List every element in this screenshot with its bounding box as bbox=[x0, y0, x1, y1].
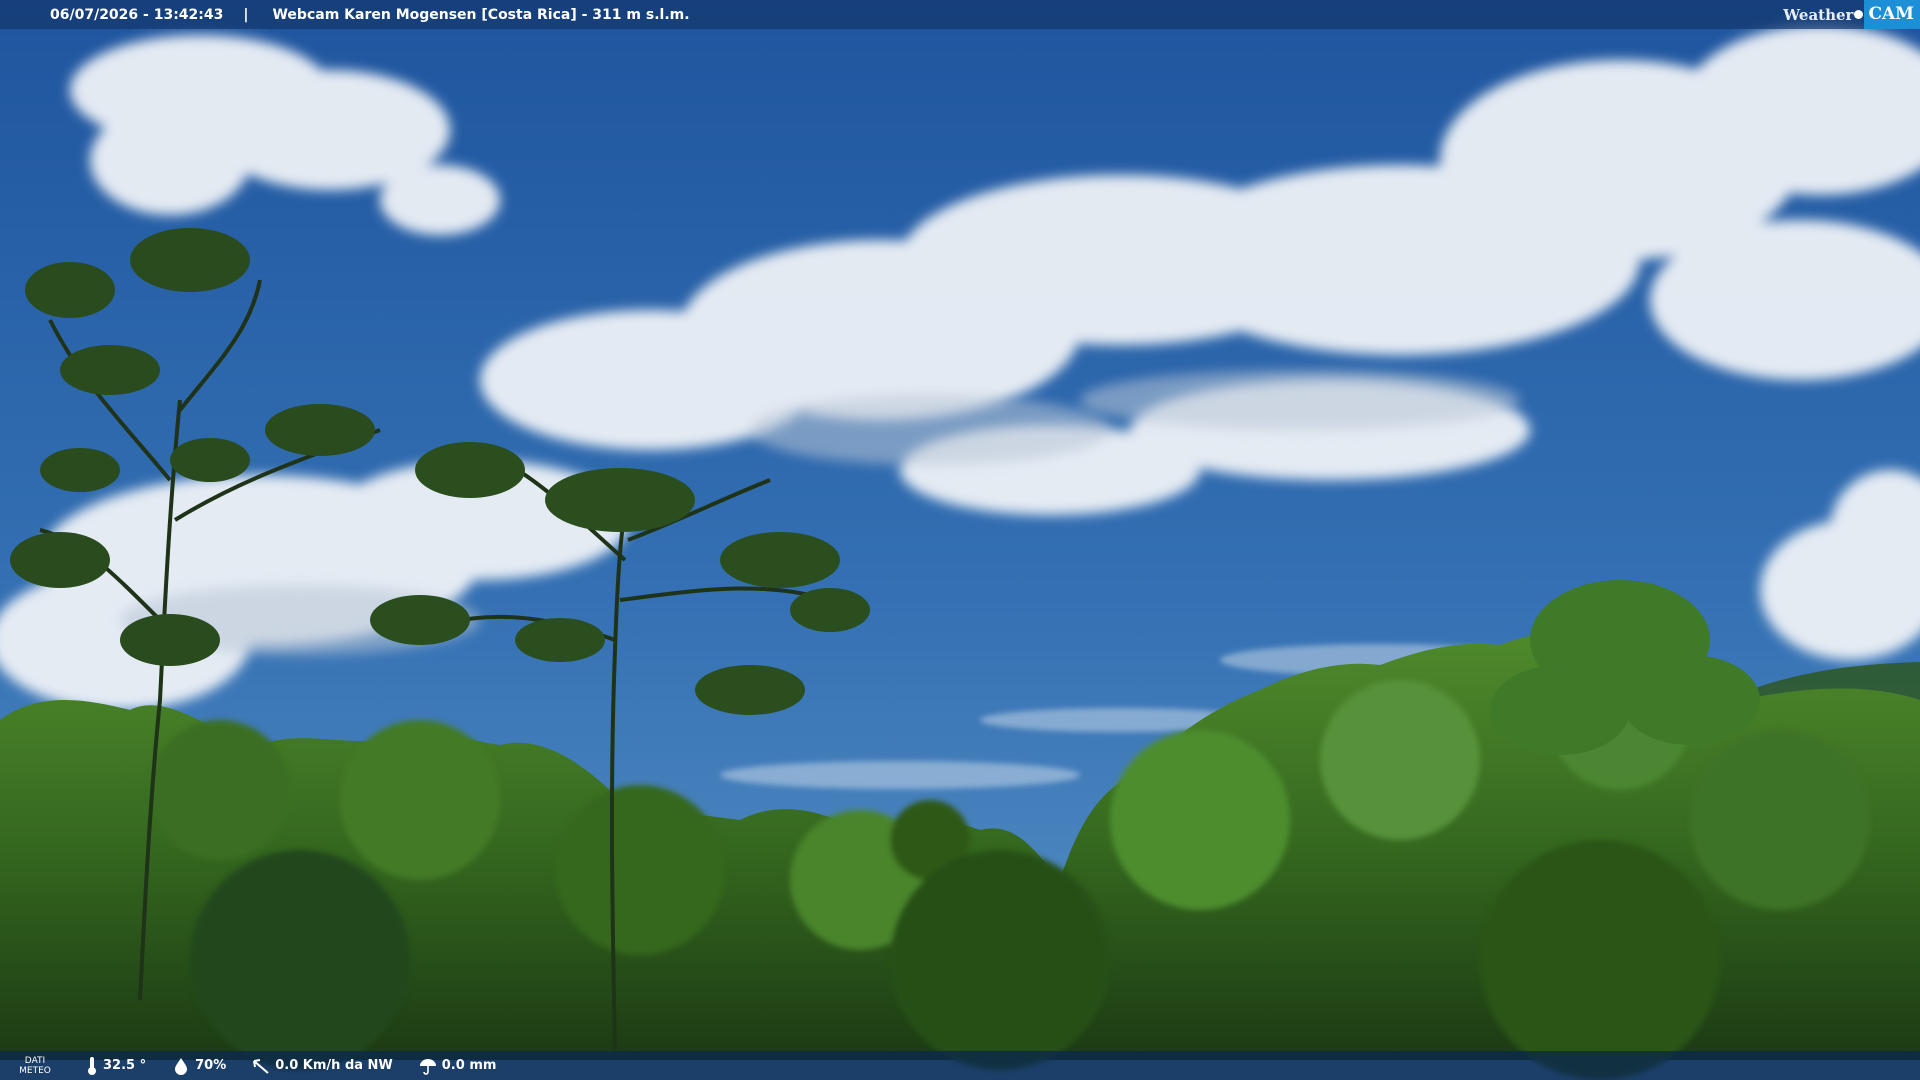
temperature-metric: 32.5 ° bbox=[86, 1056, 146, 1076]
logo-cam-text: CAM bbox=[1864, 0, 1920, 29]
webcam-scene bbox=[0, 0, 1920, 1080]
humidity-metric: 70% bbox=[172, 1057, 226, 1075]
weather-data-bar: DATI METEO 32.5 ° 70% 0.0 Km/h da NW 0.0… bbox=[0, 1051, 1920, 1080]
umbrella-icon bbox=[419, 1058, 436, 1075]
logo-weather-text: Weather bbox=[1783, 5, 1854, 24]
timestamp: 06/07/2026 - 13:42:43 bbox=[50, 6, 224, 23]
webcam-title: Webcam Karen Mogensen [Costa Rica] - 311… bbox=[272, 6, 690, 23]
top-info-bar: 06/07/2026 - 13:42:43 | Webcam Karen Mog… bbox=[0, 0, 1920, 29]
humidity-drop-icon bbox=[175, 1057, 188, 1075]
humidity-value: 70% bbox=[195, 1058, 227, 1073]
weather-label-line1: DATI bbox=[24, 1055, 46, 1066]
weathercam-logo: Weather CAM bbox=[1783, 0, 1920, 29]
rain-value: 0.0 mm bbox=[441, 1058, 497, 1073]
logo-dot-icon bbox=[1854, 10, 1864, 19]
thermometer-icon bbox=[88, 1056, 96, 1075]
weather-label-line2: METEO bbox=[19, 1065, 51, 1076]
separator: | bbox=[243, 6, 249, 23]
weather-data-label: DATI METEO bbox=[10, 1056, 60, 1076]
temperature-value: 32.5 ° bbox=[103, 1058, 147, 1073]
wind-vane-icon bbox=[253, 1058, 269, 1074]
rain-metric: 0.0 mm bbox=[419, 1057, 497, 1075]
wind-metric: 0.0 Km/h da NW bbox=[252, 1057, 393, 1075]
wind-value: 0.0 Km/h da NW bbox=[275, 1058, 393, 1073]
